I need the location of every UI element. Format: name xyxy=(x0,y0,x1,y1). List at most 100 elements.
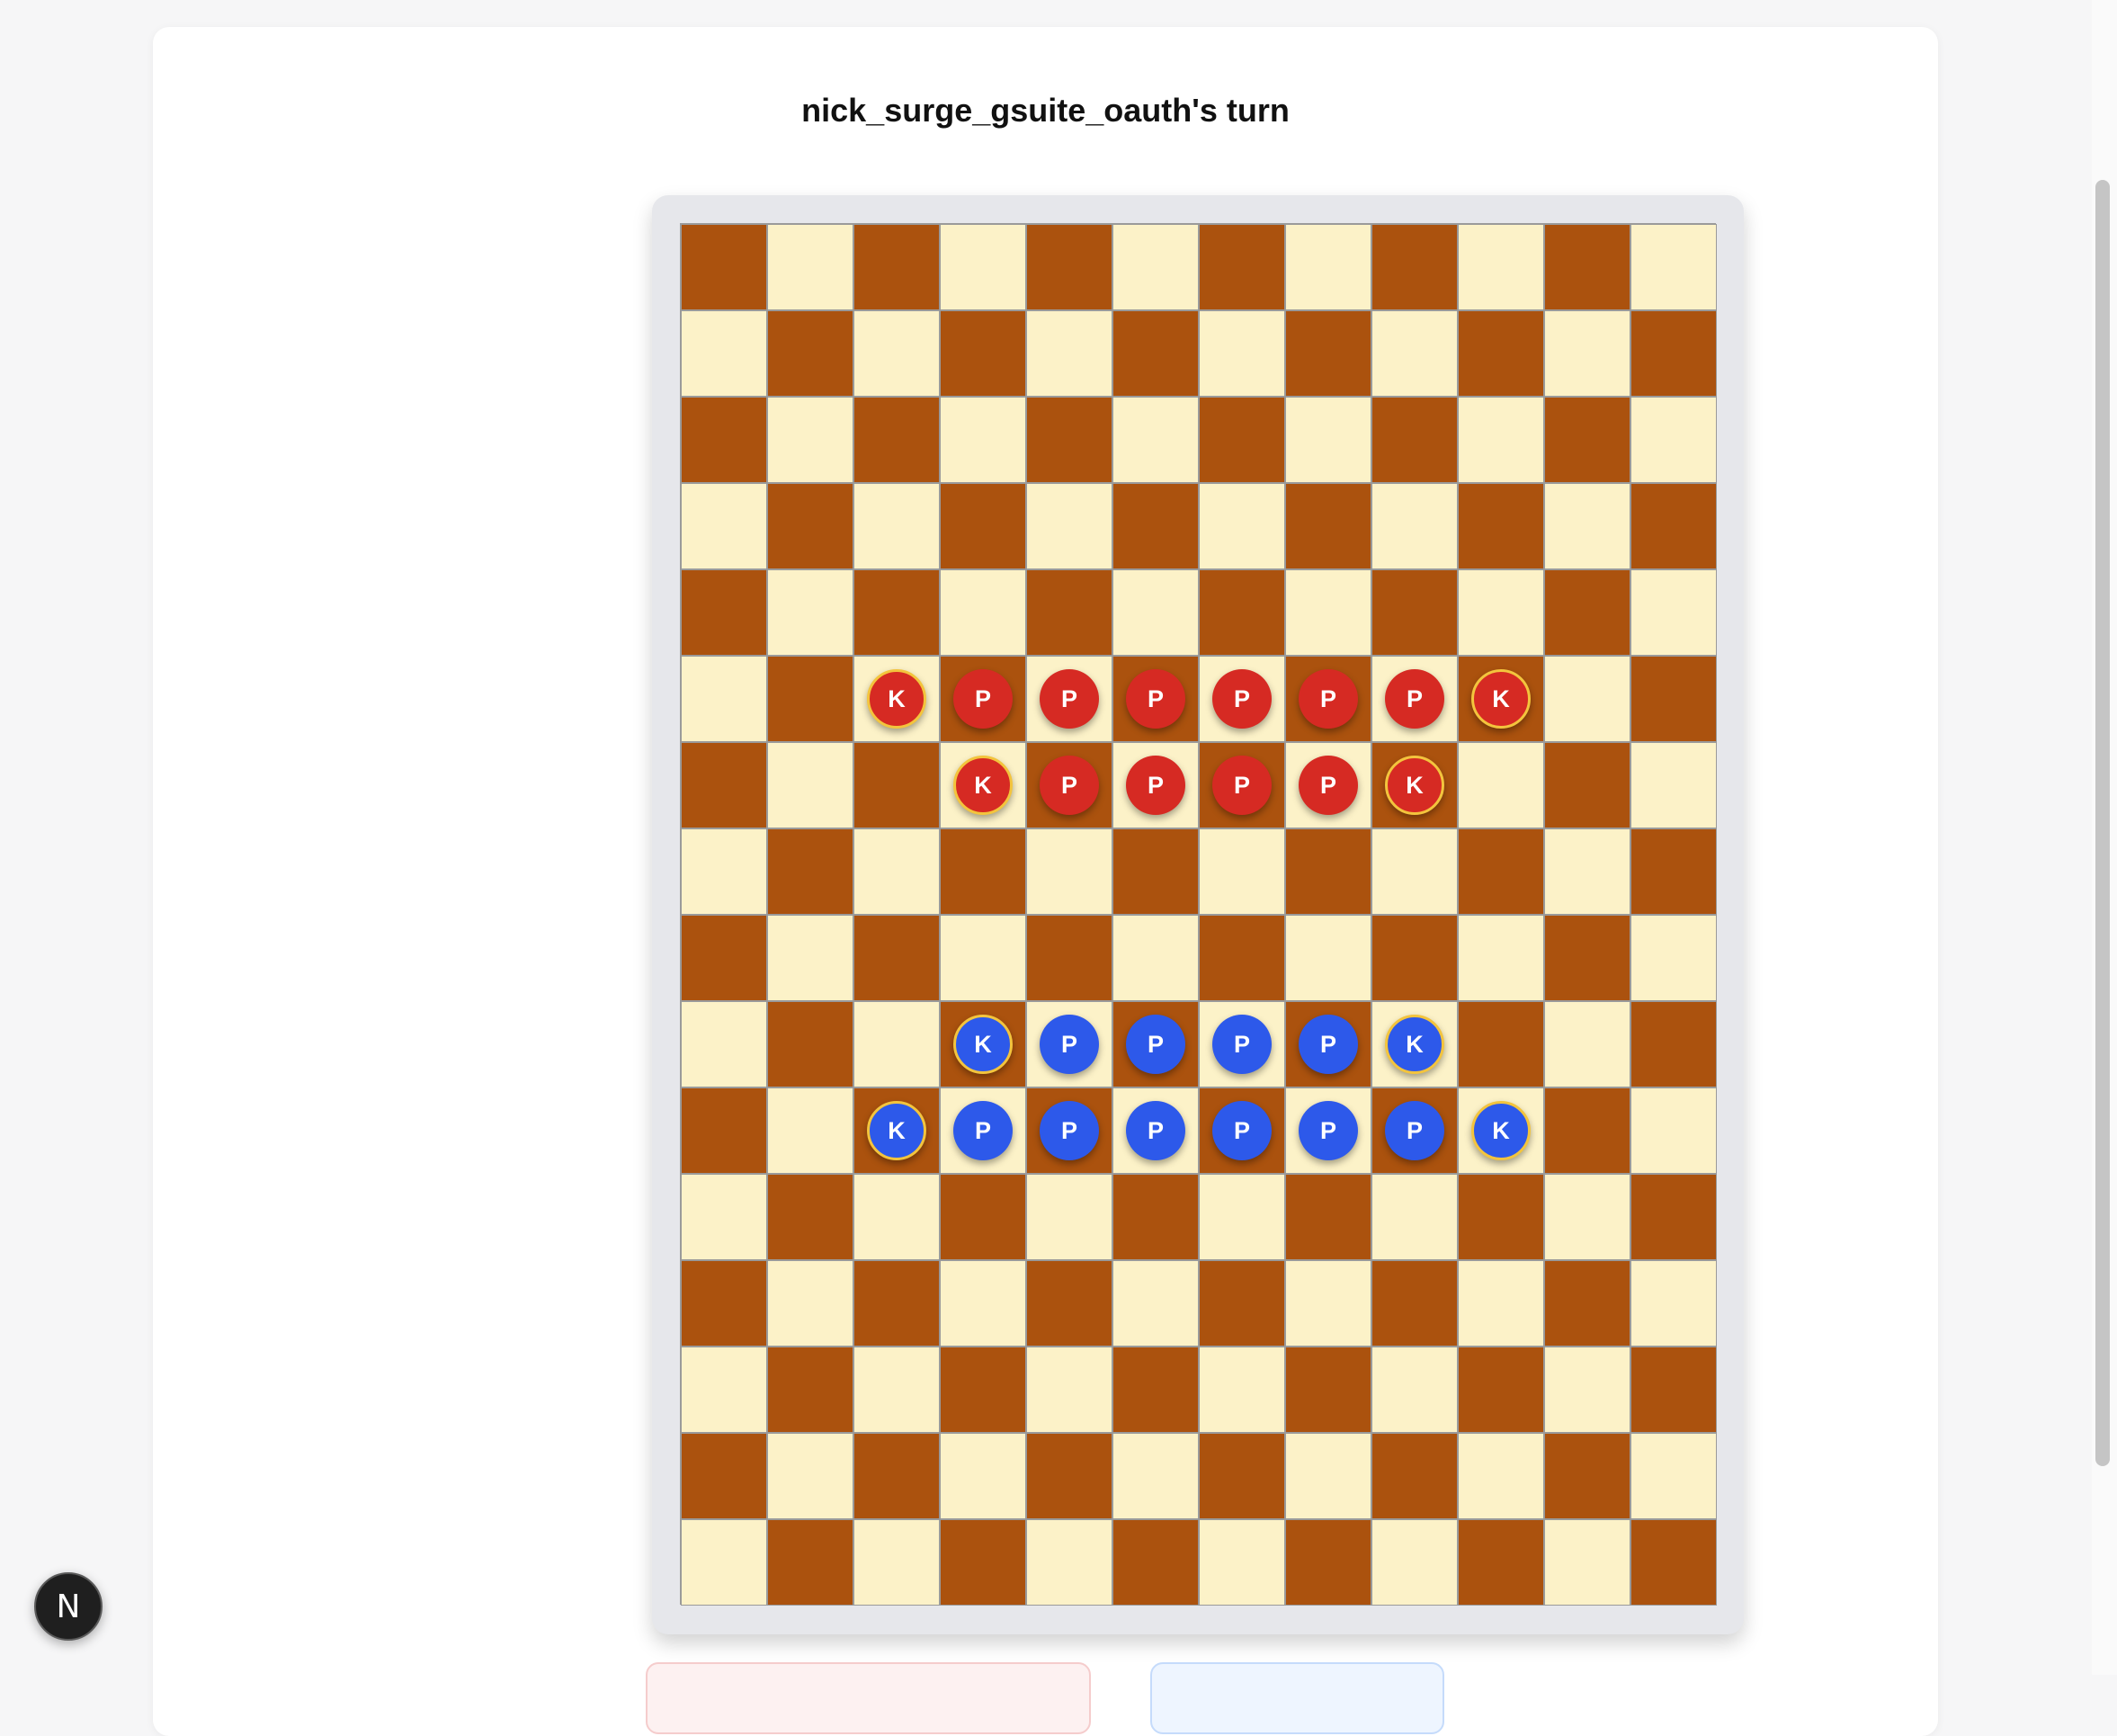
board-square[interactable]: P xyxy=(1285,742,1371,828)
board-square[interactable] xyxy=(1371,1260,1458,1347)
board-square[interactable] xyxy=(1026,828,1112,915)
board-square[interactable] xyxy=(1458,1174,1544,1260)
board-square[interactable] xyxy=(1544,1174,1630,1260)
board-square[interactable]: P xyxy=(1285,1087,1371,1174)
board-square[interactable] xyxy=(853,1001,940,1087)
red-pawn-piece[interactable]: P xyxy=(1212,756,1272,815)
blue-king-piece[interactable]: K xyxy=(953,1015,1013,1074)
board-square[interactable] xyxy=(1285,1347,1371,1433)
board-square[interactable] xyxy=(940,1174,1026,1260)
board-square[interactable] xyxy=(1371,1433,1458,1519)
board-square[interactable] xyxy=(1112,1519,1199,1606)
blue-king-piece[interactable]: K xyxy=(867,1101,926,1160)
board-square[interactable] xyxy=(1026,569,1112,656)
board-square[interactable] xyxy=(1026,483,1112,569)
board-square[interactable] xyxy=(1458,1433,1544,1519)
board-square[interactable] xyxy=(1544,915,1630,1001)
board-square[interactable] xyxy=(1630,310,1717,397)
board-square[interactable] xyxy=(681,1001,767,1087)
board-square[interactable] xyxy=(681,569,767,656)
board-square[interactable] xyxy=(681,1433,767,1519)
board-square[interactable] xyxy=(1285,569,1371,656)
nextjs-dev-badge[interactable]: N xyxy=(34,1572,103,1641)
board-square[interactable] xyxy=(681,1174,767,1260)
board-square[interactable] xyxy=(1199,1174,1285,1260)
board-square[interactable] xyxy=(1544,1260,1630,1347)
board-square[interactable] xyxy=(1544,1519,1630,1606)
board-square[interactable] xyxy=(681,742,767,828)
board-square[interactable] xyxy=(940,1519,1026,1606)
board-square[interactable] xyxy=(1026,224,1112,310)
board-square[interactable] xyxy=(1458,828,1544,915)
board-square[interactable] xyxy=(853,397,940,483)
board-square[interactable]: P xyxy=(1026,1087,1112,1174)
board-square[interactable] xyxy=(1544,1087,1630,1174)
board-square[interactable]: K xyxy=(853,656,940,742)
board-square[interactable] xyxy=(1544,828,1630,915)
red-pawn-piece[interactable]: P xyxy=(1299,756,1358,815)
red-pawn-piece[interactable]: P xyxy=(1126,669,1185,729)
board-square[interactable] xyxy=(853,915,940,1001)
board-square[interactable] xyxy=(681,483,767,569)
board-square[interactable] xyxy=(1112,828,1199,915)
board-square[interactable] xyxy=(1544,742,1630,828)
board-square[interactable] xyxy=(853,828,940,915)
board-square[interactable] xyxy=(1199,224,1285,310)
board-square[interactable] xyxy=(1458,397,1544,483)
board-square[interactable] xyxy=(1544,656,1630,742)
board-square[interactable] xyxy=(767,656,853,742)
board-square[interactable] xyxy=(940,915,1026,1001)
board-square[interactable] xyxy=(767,1174,853,1260)
board-square[interactable] xyxy=(1371,569,1458,656)
board-square[interactable] xyxy=(1544,1347,1630,1433)
board-square[interactable]: K xyxy=(1458,1087,1544,1174)
board-square[interactable] xyxy=(1630,656,1717,742)
board-square[interactable] xyxy=(940,397,1026,483)
board-square[interactable] xyxy=(1199,569,1285,656)
blue-pawn-piece[interactable]: P xyxy=(1126,1015,1185,1074)
board-square[interactable] xyxy=(1371,1174,1458,1260)
board-square[interactable] xyxy=(1112,310,1199,397)
blue-pawn-piece[interactable]: P xyxy=(953,1101,1013,1160)
board-square[interactable] xyxy=(1285,828,1371,915)
board-square[interactable] xyxy=(1285,915,1371,1001)
board-square[interactable] xyxy=(1458,224,1544,310)
board-square[interactable]: P xyxy=(1285,1001,1371,1087)
board-square[interactable] xyxy=(1630,569,1717,656)
board-square[interactable] xyxy=(853,1347,940,1433)
board-square[interactable] xyxy=(1458,742,1544,828)
red-pawn-piece[interactable]: P xyxy=(1040,756,1099,815)
blue-king-piece[interactable]: K xyxy=(1385,1015,1444,1074)
board-square[interactable] xyxy=(1112,1260,1199,1347)
board-square[interactable] xyxy=(853,569,940,656)
board-square[interactable] xyxy=(1371,915,1458,1001)
board-square[interactable] xyxy=(681,915,767,1001)
board-square[interactable] xyxy=(940,1260,1026,1347)
board-square[interactable] xyxy=(1458,1001,1544,1087)
board-square[interactable] xyxy=(1371,1347,1458,1433)
board-square[interactable] xyxy=(1630,1347,1717,1433)
board-square[interactable] xyxy=(1112,1433,1199,1519)
board-square[interactable] xyxy=(681,310,767,397)
board-square[interactable] xyxy=(1544,483,1630,569)
board-square[interactable] xyxy=(1544,310,1630,397)
board-square[interactable] xyxy=(940,224,1026,310)
board-square[interactable] xyxy=(767,224,853,310)
board-square[interactable] xyxy=(1371,397,1458,483)
board-square[interactable] xyxy=(681,1347,767,1433)
board-square[interactable] xyxy=(853,1433,940,1519)
board-square[interactable] xyxy=(1112,1174,1199,1260)
board-square[interactable] xyxy=(1026,1519,1112,1606)
board-square[interactable] xyxy=(1026,1260,1112,1347)
red-king-piece[interactable]: K xyxy=(953,756,1013,815)
board-square[interactable] xyxy=(681,397,767,483)
board-square[interactable] xyxy=(1199,397,1285,483)
board-square[interactable]: K xyxy=(940,742,1026,828)
blue-pawn-piece[interactable]: P xyxy=(1040,1015,1099,1074)
board-square[interactable]: P xyxy=(1112,1001,1199,1087)
board-square[interactable] xyxy=(767,1347,853,1433)
board-square[interactable] xyxy=(767,397,853,483)
board-square[interactable] xyxy=(1026,310,1112,397)
board-square[interactable] xyxy=(1199,310,1285,397)
scrollbar-thumb[interactable] xyxy=(2095,180,2110,1466)
